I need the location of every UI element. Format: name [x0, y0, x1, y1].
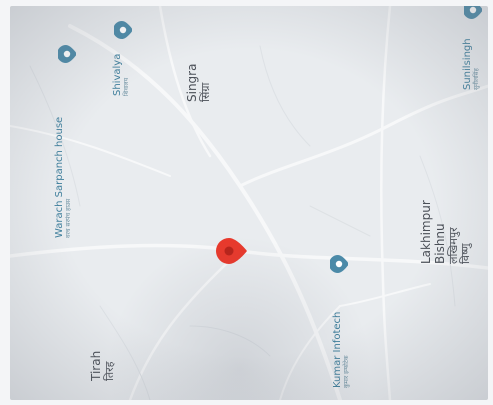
map-pin-icon: [57, 45, 77, 63]
location-marker-icon: [216, 238, 247, 264]
poi-name: Kumar Infotech: [332, 311, 343, 388]
current-location-pin[interactable]: [214, 236, 250, 270]
poi-label-shivalya[interactable]: Shivalya शिवालय: [112, 54, 130, 96]
map-view[interactable]: Singra सिंग्रा Tirah तिरह Lakhimpur Bish…: [10, 6, 488, 400]
place-name: Tirah: [89, 350, 103, 381]
map-pin-icon: [329, 255, 349, 273]
poi-name-local: सुनीलसिंह: [472, 68, 480, 90]
road: [238, 84, 488, 188]
poi-label-sunilsingh[interactable]: Sunilsingh सुनीलसिंह: [462, 38, 480, 90]
place-name-line2: Bishnu: [432, 223, 447, 264]
poi-label-warach[interactable]: Warach Sarpanch house वरच सरपंच हाउस: [54, 117, 72, 238]
place-name-local: तिरह: [102, 361, 116, 381]
place-name-local-line2: विष्णु: [459, 243, 473, 264]
poi-name-local: शिवालय: [122, 77, 130, 96]
place-name-line1: Lakhimpur: [419, 200, 433, 264]
map-pin-icon: [113, 21, 133, 39]
poi-name-local: वरच सरपंच हाउस: [64, 198, 72, 238]
road: [339, 283, 431, 307]
place-name: Singra: [185, 63, 199, 102]
minor-road: [309, 205, 371, 237]
minor-road: [259, 45, 311, 147]
place-label-lakhimpur-bishnu: Lakhimpur Bishnu लखिमपुर विष्णु: [419, 200, 473, 264]
place-label-tirah: Tirah तिरह: [89, 350, 116, 381]
poi-pin-kumar[interactable]: [329, 254, 349, 278]
place-name-local: सिंग्रा: [198, 82, 212, 102]
poi-name: Sunilsingh: [462, 38, 473, 90]
photo-frame: Singra सिंग्रा Tirah तिरह Lakhimpur Bish…: [0, 0, 493, 405]
place-label-singra: Singra सिंग्रा: [185, 63, 212, 102]
minor-road: [189, 325, 271, 357]
poi-pin-warach[interactable]: [57, 44, 77, 68]
poi-pin-shivalya[interactable]: [113, 20, 133, 44]
poi-name-local: कुमार इन्फोटेक: [342, 355, 350, 389]
poi-name: Warach Sarpanch house: [54, 116, 65, 238]
road: [10, 125, 171, 177]
poi-pin-sunilsingh[interactable]: [463, 6, 483, 24]
road: [128, 249, 242, 400]
poi-label-kumar[interactable]: Kumar Infotech कुमार इन्फोटेक: [332, 312, 350, 388]
road: [380, 6, 392, 400]
poi-name: Shivalya: [112, 53, 123, 96]
map-pin-icon: [463, 6, 483, 19]
road-network: [10, 6, 488, 400]
